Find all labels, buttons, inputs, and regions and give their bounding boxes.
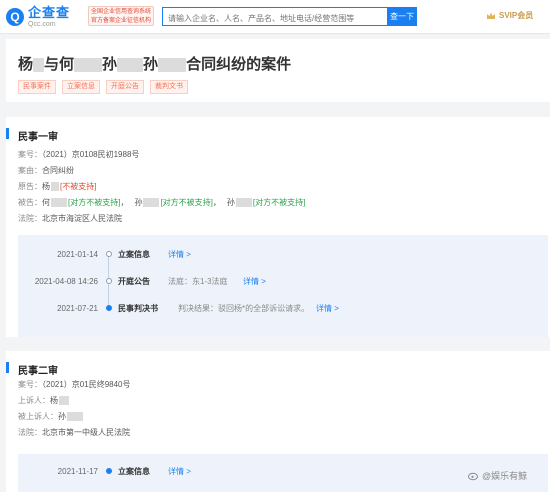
timeline-date: 2021-07-21	[57, 304, 98, 313]
logo-url: Qcc.com	[28, 21, 56, 28]
qcc-logo-icon: Q	[6, 8, 24, 26]
case-info: 案号：（2021）京01民终9840号 上诉人：杨 被上诉人：孙 法院：北京市第…	[18, 377, 131, 441]
top-bar: Q 企查查 Qcc.com 全国企业信用查询系统 官方备案企业征信机构 查一下 …	[0, 0, 550, 34]
timeline-date: 2021-11-17	[57, 467, 98, 476]
court-name: 北京市海淀区人民法院	[42, 214, 122, 223]
title-part: 合同纠纷的案件	[186, 56, 292, 73]
timeline-date: 2021-01-14	[57, 250, 98, 259]
defendant-row: 被告：何 [对方不被支持]，孙 [对方不被支持]，孙 [对方不被支持]	[18, 198, 306, 208]
title-part: 孙	[102, 56, 118, 73]
case-number: （2021）京01民终9840号	[42, 380, 131, 389]
timeline-event: 立案信息	[118, 467, 150, 476]
svip-label: SVIP会员	[499, 11, 534, 20]
plaintiff-name[interactable]: 杨	[42, 182, 50, 191]
timeline-dot-icon	[106, 468, 112, 474]
defendant-status: [对方不被支持]	[252, 198, 306, 207]
plaintiff-row: 原告：杨 [不被支持]	[18, 179, 305, 195]
case-title-card: 杨与何 孙 孙 合同纠纷的案件 民事案件 立案信息 开庭公告 裁判文书	[6, 39, 550, 102]
details-link[interactable]: 详情 >	[316, 301, 339, 317]
label: 被告：	[18, 198, 42, 207]
redaction	[235, 198, 252, 208]
timeline-event: 立案信息	[118, 250, 150, 259]
defendant-name[interactable]: 孙	[134, 198, 142, 207]
case-number-row: 案号：（2021）京01民终9840号	[18, 377, 131, 393]
court-row: 法院：北京市海淀区人民法院	[18, 211, 305, 227]
appellee-name[interactable]: 孙	[58, 412, 66, 421]
title-part: 与何	[44, 56, 75, 73]
label: 案号：	[18, 150, 42, 159]
gov-badge: 全国企业信用查询系统 官方备案企业征信机构	[88, 6, 154, 26]
search-input[interactable]	[163, 10, 387, 27]
timeline-item: 2021-01-14 立案信息 详情 >	[18, 247, 548, 263]
label: 法院：	[18, 428, 42, 437]
weibo-watermark: @娱乐有鲸	[468, 469, 527, 482]
plaintiff-status: [不被支持]	[60, 182, 97, 191]
defendant-name[interactable]: 孙	[227, 198, 235, 207]
gov-badge-line1: 全国企业信用查询系统	[91, 9, 152, 15]
timeline-detail: 判决结果：驳回杨*的全部诉讼请求。	[178, 304, 310, 313]
timeline-dot-icon	[106, 251, 112, 257]
crown-icon	[487, 12, 495, 19]
tag-filing-info[interactable]: 立案信息	[62, 80, 100, 94]
case-number: （2021）京0108民初1988号	[42, 150, 140, 159]
label: 上诉人：	[18, 396, 50, 405]
appellant-row: 上诉人：杨	[18, 393, 131, 409]
details-link[interactable]: 详情 >	[168, 464, 191, 480]
timeline-date: 2021-04-08 14:26	[34, 277, 98, 286]
redaction	[74, 58, 103, 73]
defendant-name[interactable]: 何	[42, 198, 50, 207]
tag-judgment-doc[interactable]: 裁判文书	[150, 80, 188, 94]
timeline-event: 开庭公告	[118, 277, 150, 286]
court-row: 法院：北京市第一中级人民法院	[18, 425, 131, 441]
weibo-icon	[468, 472, 478, 481]
first-instance-section: 民事一审 案号：（2021）京0108民初1988号 案由：合同纠纷 原告：杨 […	[6, 117, 550, 337]
tag-hearing-notice[interactable]: 开庭公告	[106, 80, 144, 94]
redaction	[51, 182, 59, 192]
cause-row: 案由：合同纠纷	[18, 163, 305, 179]
timeline-item: 2021-07-21 民事判决书 判决结果：驳回杨*的全部诉讼请求。 详情 >	[18, 301, 548, 317]
case-timeline: 2021-01-14 立案信息 详情 > 2021-04-08 14:26 开庭…	[18, 235, 548, 337]
redaction	[117, 58, 144, 73]
search-button[interactable]: 查一下	[387, 7, 417, 26]
appellant-name[interactable]: 杨	[50, 396, 58, 405]
redaction	[143, 198, 160, 208]
label: 案由：	[18, 166, 42, 175]
redaction	[59, 396, 69, 406]
title-part: 孙	[143, 56, 159, 73]
redaction	[51, 198, 67, 208]
label: 被上诉人：	[18, 412, 58, 421]
redaction	[33, 58, 45, 73]
case-tags: 民事案件 立案信息 开庭公告 裁判文书	[18, 80, 188, 94]
section-heading: 民事二审	[6, 362, 58, 377]
search-box	[162, 7, 387, 27]
details-link[interactable]: 详情 >	[168, 247, 191, 263]
court-name: 北京市第一中级人民法院	[42, 428, 130, 437]
svip-member-link[interactable]: SVIP会员	[486, 10, 533, 21]
defendant-status: [对方不被支持]	[160, 198, 213, 207]
title-part: 杨	[18, 56, 34, 73]
details-link[interactable]: 详情 >	[243, 274, 266, 290]
appellee-row: 被上诉人：孙	[18, 409, 131, 425]
section-heading: 民事一审	[6, 128, 58, 143]
label: 案号：	[18, 380, 42, 389]
case-number-row: 案号：（2021）京0108民初1988号	[18, 147, 305, 163]
timeline-item: 2021-04-08 14:26 开庭公告 法庭：东1-3法庭 详情 >	[18, 274, 548, 290]
page-title: 杨与何 孙 孙 合同纠纷的案件	[18, 53, 291, 74]
qcc-logo[interactable]: Q 企查查 Qcc.com	[6, 6, 70, 28]
watermark-text: @娱乐有鲸	[482, 471, 528, 481]
gov-badge-line2: 官方备案企业征信机构	[91, 18, 152, 24]
timeline-detail: 法庭：东1-3法庭	[168, 277, 228, 286]
label: 法院：	[18, 214, 42, 223]
case-info: 案号：（2021）京0108民初1988号 案由：合同纠纷 原告：杨 [不被支持]…	[18, 147, 305, 227]
redaction	[67, 412, 83, 422]
timeline-dot-icon	[106, 278, 112, 284]
timeline-dot-icon	[106, 305, 112, 311]
defendant-status: [对方不被支持]	[68, 198, 121, 207]
logo-name: 企查查	[28, 5, 71, 20]
timeline-event: 民事判决书	[118, 304, 158, 313]
tag-civil-case[interactable]: 民事案件	[18, 80, 56, 94]
cause: 合同纠纷	[42, 166, 74, 175]
redaction	[158, 58, 187, 73]
label: 原告：	[18, 182, 42, 191]
